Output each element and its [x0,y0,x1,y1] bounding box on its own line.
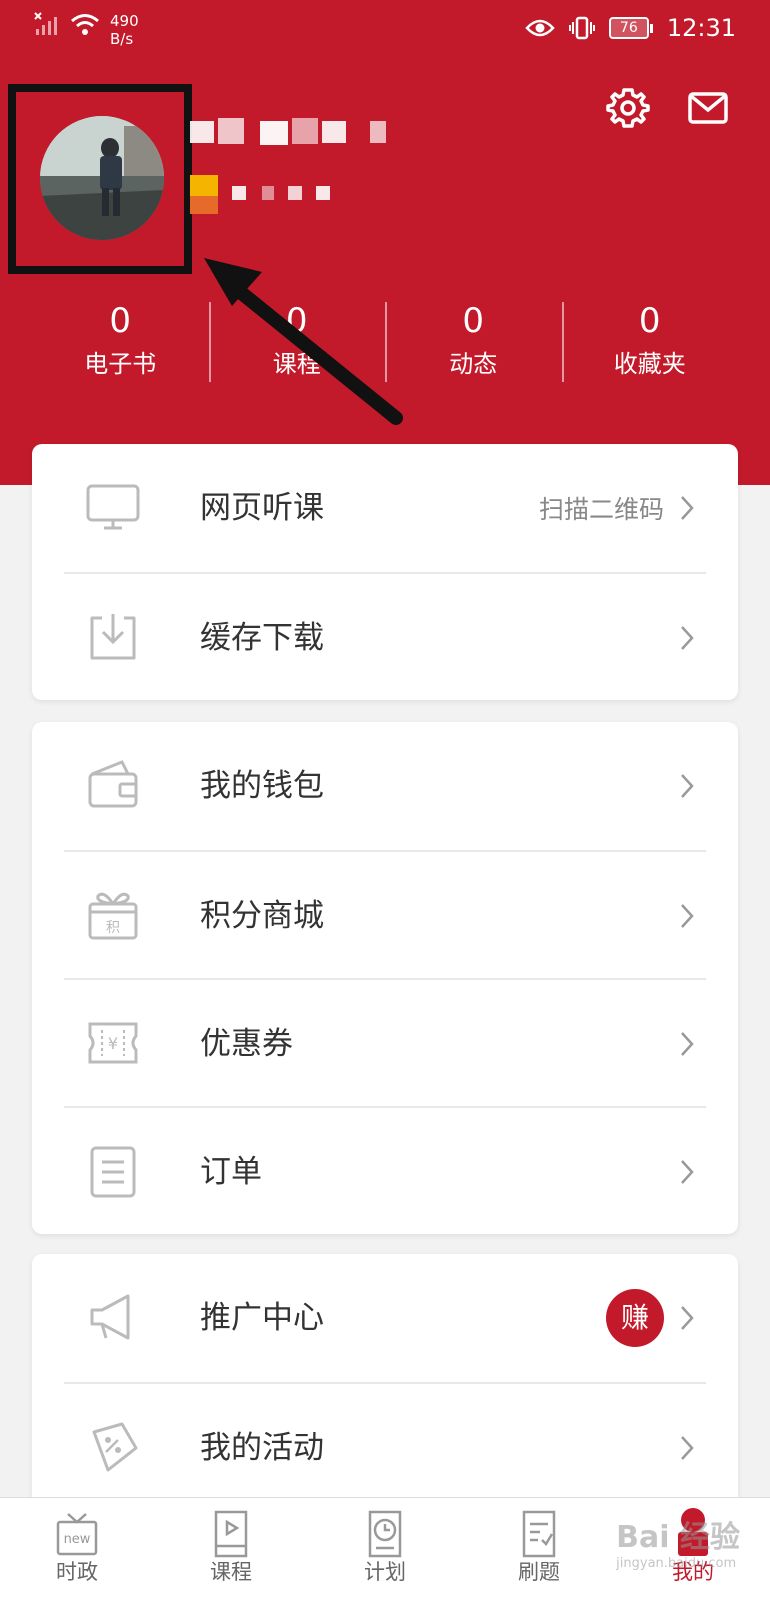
clock: 12:31 [666,14,736,42]
tab-practice[interactable]: 刷题 [462,1498,616,1600]
menu-cache-download[interactable]: 缓存下载 [64,572,706,700]
practice-sheet-icon [522,1510,556,1558]
course-book-icon [214,1510,248,1558]
wallet-icon [88,760,138,808]
menu-orders[interactable]: 订单 [64,1106,706,1234]
menu-web-listen[interactable]: 网页听课 扫描二维码 [32,444,738,572]
net-speed-value: 490 [110,12,139,30]
chevron-right-icon [681,904,694,928]
tab-label: 课程 [210,1560,252,1584]
chevron-right-icon [681,1160,694,1184]
menu-points-mall[interactable]: 积 积分商城 [64,850,706,978]
menu-label: 订单 [200,1154,262,1190]
stat-label: 收藏夹 [613,350,686,378]
chevron-right-icon [681,626,694,650]
activity-icon [92,1422,138,1472]
menu-coupons[interactable]: ¥ 优惠券 [64,978,706,1106]
download-icon [90,614,136,660]
order-icon [90,1146,136,1198]
watermark-text: Bai 经验 [616,1520,740,1555]
menu-label: 缓存下载 [200,620,324,656]
tab-label: 时政 [56,1560,98,1584]
gift-icon: 积 [88,892,138,940]
card-account: 我的钱包 积 积分商城 ¥ 优惠券 订单 [32,722,738,1234]
menu-my-activities[interactable]: 我的活动 [64,1382,706,1510]
vibrate-icon [568,16,595,40]
avatar[interactable] [40,116,164,240]
megaphone-icon [90,1294,130,1340]
battery-level: 76 [608,17,649,39]
watermark-url: jingyan.baidu.com [616,1556,737,1571]
stat-favorites[interactable]: 0 收藏夹 [561,300,739,390]
monitor-icon [86,484,140,530]
card-promotion: 推广中心 赚 我的活动 [32,1254,738,1514]
card-learning: 网页听课 扫描二维码 缓存下载 [32,444,738,700]
stat-value: 0 [638,301,661,341]
chevron-right-icon [681,1306,694,1330]
earn-badge: 赚 [606,1289,664,1347]
coupon-icon: ¥ [88,1022,138,1064]
chevron-right-icon [681,774,694,798]
avatar-highlight-frame [8,84,192,274]
menu-label: 网页听课 [200,490,324,526]
profile-header: 490 B/s 76 12:31 0 电子书 0 课程 0 动态 0 收藏夹 [0,0,770,485]
stat-ebooks[interactable]: 0 电子书 [32,300,209,390]
menu-promotion-center[interactable]: 推广中心 赚 [32,1254,738,1382]
stat-value: 0 [285,301,308,341]
net-speed-unit: B/s [110,30,134,48]
tab-plan[interactable]: 计划 [308,1498,462,1600]
tab-news[interactable]: new 时政 [0,1498,154,1600]
gift-icon-text: 积 [106,920,120,936]
coupon-icon-text: ¥ [108,1034,118,1053]
tv-news-icon: new [56,1513,98,1556]
wifi-icon [71,14,99,35]
menu-label: 积分商城 [200,898,324,934]
message-mail-icon[interactable] [686,86,730,130]
profile-stats: 0 电子书 0 课程 0 动态 0 收藏夹 [32,300,738,390]
tab-courses[interactable]: 课程 [154,1498,308,1600]
plan-clock-icon [368,1510,402,1558]
menu-wallet[interactable]: 我的钱包 [32,722,738,850]
stat-label: 课程 [272,350,321,378]
menu-label: 推广中心 [200,1300,324,1336]
stat-label: 动态 [449,350,498,378]
eye-icon [525,19,555,37]
network-speed: 490 B/s [110,12,139,48]
menu-label: 优惠券 [200,1026,293,1062]
tab-label: 计划 [364,1560,406,1584]
stat-posts[interactable]: 0 动态 [385,300,562,390]
signal-icon [34,12,57,35]
scan-qr-hint: 扫描二维码 [538,495,664,524]
status-bar: 490 B/s 76 12:31 [0,0,770,58]
battery-icon: 76 [608,17,653,39]
chevron-right-icon [681,496,694,520]
stat-value: 0 [109,301,132,341]
baidu-jingyan-watermark: Bai 经验 jingyan.baidu.com [616,1512,740,1571]
settings-gear-icon[interactable] [606,86,650,130]
chevron-right-icon [681,1032,694,1056]
chevron-right-icon [681,1436,694,1460]
stat-value: 0 [462,301,485,341]
stat-label: 电子书 [84,350,157,378]
tab-label: 刷题 [518,1560,560,1584]
tv-news-icon-text: new [64,1532,91,1547]
menu-label: 我的活动 [200,1430,324,1466]
menu-label: 我的钱包 [200,768,324,804]
stat-courses[interactable]: 0 课程 [208,300,386,390]
